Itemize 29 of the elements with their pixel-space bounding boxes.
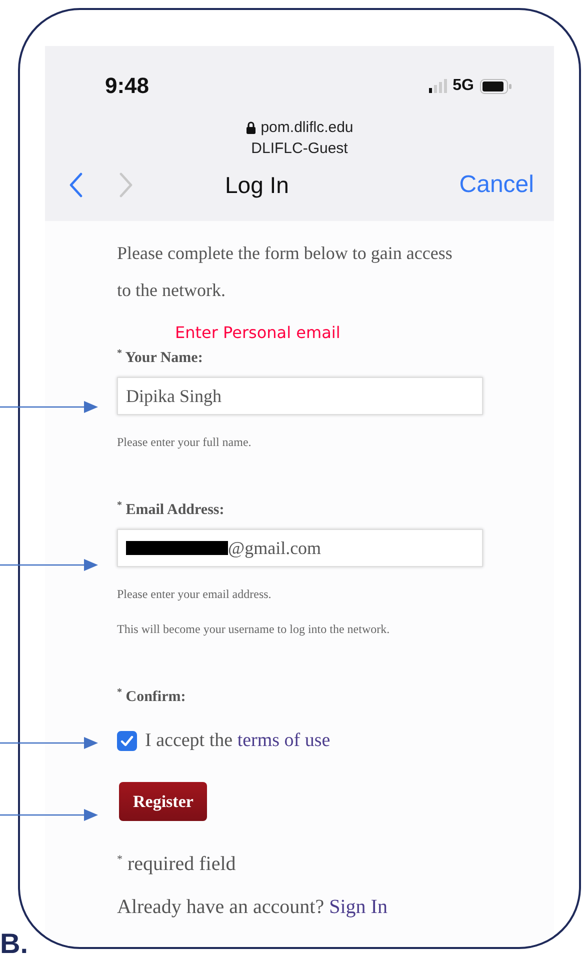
help-text: Please enter your email address. xyxy=(117,587,272,602)
terms-link[interactable]: terms of use xyxy=(237,730,330,751)
input-field[interactable]: @gmail.com xyxy=(117,529,483,567)
register-button[interactable]: Register xyxy=(119,782,208,821)
input-field[interactable]: Dipika Singh xyxy=(117,377,483,415)
field-label: $^{*}$ Email Address: xyxy=(117,500,226,519)
cancel-button[interactable]: Cancel xyxy=(459,171,534,199)
checkmark-icon xyxy=(120,735,134,747)
lock-icon xyxy=(246,121,256,134)
clock-time: 9:48 xyxy=(105,73,150,99)
intro-text: Please complete the form below to gain access to the network. xyxy=(117,242,454,302)
network-name: DLIFLC-Guest xyxy=(251,140,348,157)
required-note: $^{*}$ required field xyxy=(117,853,237,876)
page-title: Log In xyxy=(225,172,289,198)
network-type: 5G xyxy=(452,77,474,95)
sign-in-link[interactable]: Sign In xyxy=(329,896,388,918)
battery-icon xyxy=(480,78,512,94)
page-domain: pom.dliflc.edu xyxy=(260,119,354,136)
terms-checkbox[interactable] xyxy=(117,731,137,751)
help-text: Please enter your full name. xyxy=(117,435,252,450)
signal-icon xyxy=(428,79,447,93)
help-text: This will become your username to log into the network. xyxy=(117,622,391,637)
figure-label: B. xyxy=(0,928,28,956)
back-icon[interactable] xyxy=(69,172,83,198)
sign-in-sentence: Already have an account? Sign In xyxy=(117,896,388,919)
annotation-note: Enter Personal email xyxy=(175,323,342,342)
field-label: $^{*}$ Confirm: xyxy=(117,687,187,706)
field-label: $^{*}$ Your Name: xyxy=(117,348,204,367)
terms-sentence: I accept the terms of use xyxy=(145,730,330,752)
